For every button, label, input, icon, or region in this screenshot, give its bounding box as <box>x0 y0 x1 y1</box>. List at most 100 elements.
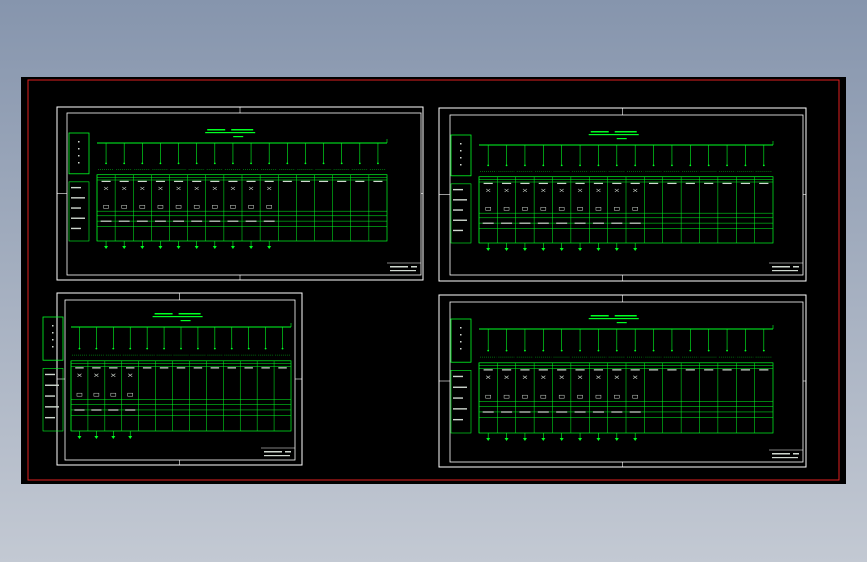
feeder-node <box>358 162 361 165</box>
feeder-rating-text <box>227 220 239 222</box>
drawing-sheet-1[interactable] <box>56 106 424 281</box>
feeder-node <box>744 164 747 167</box>
feeder-node <box>163 347 165 350</box>
outgoing-arrow <box>158 246 163 249</box>
legend-label <box>71 186 81 189</box>
feeder-node <box>264 347 267 350</box>
legend-label <box>45 416 55 419</box>
breaker-symbol <box>485 394 491 399</box>
breaker-symbol <box>121 205 127 209</box>
panel-label <box>501 182 512 185</box>
legend-table <box>68 181 90 242</box>
feeder-rating-text <box>91 409 102 411</box>
diagram-title-text <box>588 318 639 320</box>
feeder-node <box>159 162 162 165</box>
legend-label <box>453 386 467 388</box>
panel-label <box>685 369 695 371</box>
legend-label <box>453 199 467 201</box>
outgoing-arrow <box>230 246 235 249</box>
feeder-rating-text <box>118 220 130 222</box>
breaker-symbol <box>558 207 565 211</box>
panel-label <box>648 369 659 371</box>
legend-box <box>42 316 64 361</box>
feeder-node <box>542 349 545 352</box>
breaker-symbol <box>540 207 547 211</box>
breaker-symbol <box>522 394 528 399</box>
feeder-rating-text <box>629 222 641 224</box>
feeder-rating-text <box>611 222 623 224</box>
diagram-title-text <box>152 316 203 318</box>
panel-label <box>174 180 184 183</box>
legend-dot <box>78 155 80 157</box>
legend-dot <box>78 162 80 164</box>
legend-dot <box>460 334 462 336</box>
legend-dot <box>52 339 54 341</box>
feeder-node <box>247 347 250 350</box>
feeder-node <box>377 162 379 165</box>
panel-label <box>575 369 585 371</box>
legend-dot <box>78 148 80 150</box>
title-block-text <box>285 451 291 453</box>
panel-label <box>740 369 751 371</box>
diagram-title-text <box>614 131 637 133</box>
panel-label <box>300 180 310 183</box>
panel-label <box>319 180 329 183</box>
diagram-title-text <box>207 129 226 131</box>
outgoing-arrow <box>212 246 217 249</box>
feeder-rating-text <box>482 222 494 224</box>
panel-label <box>101 180 111 183</box>
feeder-node <box>634 349 637 352</box>
feeder-rating-text <box>100 220 112 222</box>
panel-label <box>75 367 84 369</box>
legend-dot <box>52 346 54 348</box>
diagram-title-text <box>154 313 173 315</box>
legend-dot <box>460 143 462 145</box>
feeder-node <box>524 349 526 352</box>
feeder-node <box>652 164 655 167</box>
panel-label <box>722 182 732 185</box>
drawing-sheet-3[interactable] <box>42 292 303 466</box>
feeder-node <box>524 164 526 167</box>
diagram-title-text <box>616 322 627 324</box>
feeder-node <box>487 164 490 167</box>
outgoing-arrow <box>596 248 601 251</box>
panel-label <box>159 367 169 369</box>
feeder-node <box>762 349 765 352</box>
breaker-symbol <box>577 207 583 211</box>
title-block-text <box>264 455 290 457</box>
breaker-symbol <box>540 394 547 399</box>
panel-label <box>538 369 548 371</box>
panel-label <box>722 369 732 371</box>
legend-box <box>450 318 472 363</box>
drawing-sheet-2[interactable] <box>438 107 807 282</box>
feeder-node <box>123 162 126 165</box>
feeder-rating-text <box>574 411 586 413</box>
cad-model-space[interactable] <box>21 77 846 484</box>
legend-dot <box>460 348 462 350</box>
feeder-rating-text <box>191 220 203 222</box>
panel-label <box>282 180 292 183</box>
title-block-text <box>793 266 799 268</box>
legend-table <box>450 183 472 244</box>
feeder-rating-text <box>209 220 221 222</box>
feeder-rating-text <box>482 411 494 413</box>
panel-label <box>227 367 236 369</box>
diagram-title-text <box>180 320 191 322</box>
sheet-inner-border <box>64 299 296 461</box>
panel-label <box>355 180 365 183</box>
panel-label <box>520 182 530 185</box>
breaker-symbol <box>248 205 254 209</box>
panel-label <box>630 369 640 371</box>
feeder-node <box>689 164 692 167</box>
panel-label <box>667 182 677 185</box>
panel-table <box>70 360 292 432</box>
outgoing-arrow <box>104 246 109 249</box>
feeder-rating-text <box>537 222 549 224</box>
drawing-canvas[interactable] <box>21 77 846 484</box>
feeder-node <box>250 162 252 165</box>
legend-label <box>453 229 463 232</box>
feeder-node <box>726 349 728 352</box>
drawing-sheet-4[interactable] <box>438 294 807 468</box>
feeder-rating-text <box>263 220 275 222</box>
panel-label <box>483 182 493 185</box>
